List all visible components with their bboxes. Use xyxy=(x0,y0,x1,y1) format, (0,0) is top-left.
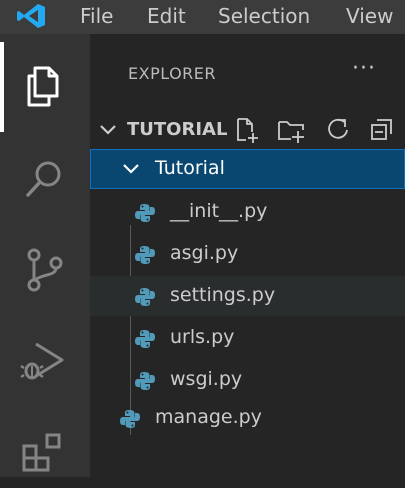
collapse-all-icon[interactable] xyxy=(368,116,396,144)
source-control-activity-button[interactable] xyxy=(0,232,90,304)
new-folder-icon[interactable] xyxy=(276,116,306,144)
explorer-sidebar: EXPLORER ··· TUTORIAL Tutorial __init__.… xyxy=(90,34,405,477)
menu-selection[interactable]: Selection xyxy=(218,4,310,28)
activity-bar xyxy=(0,34,90,477)
new-file-icon[interactable] xyxy=(232,116,260,144)
file-label: wsgi.py xyxy=(170,368,243,390)
python-file-icon xyxy=(135,330,155,348)
title-bar: File Edit Selection View xyxy=(0,0,405,34)
explorer-activity-button[interactable] xyxy=(0,48,90,120)
tree-file-asgi[interactable]: asgi.py xyxy=(90,234,405,274)
menu-edit[interactable]: Edit xyxy=(147,4,186,28)
python-file-icon xyxy=(135,288,155,306)
python-file-icon xyxy=(135,372,155,390)
chevron-down-icon xyxy=(100,125,116,135)
search-icon xyxy=(26,161,61,197)
chevron-down-icon xyxy=(123,164,139,174)
file-label: asgi.py xyxy=(170,242,239,264)
source-control-icon xyxy=(27,248,63,292)
tree-folder-tutorial[interactable]: Tutorial xyxy=(90,149,405,189)
extensions-icon xyxy=(22,433,61,472)
file-label: __init__.py xyxy=(170,200,268,222)
python-file-icon xyxy=(135,246,155,264)
folder-label: Tutorial xyxy=(155,157,225,179)
tree-file-manage[interactable]: manage.py xyxy=(90,398,405,438)
tree-file-wsgi[interactable]: wsgi.py xyxy=(90,360,405,400)
refresh-icon[interactable] xyxy=(324,116,352,144)
python-file-icon xyxy=(120,410,140,428)
workspace-name: TUTORIAL xyxy=(127,119,228,140)
menu-view[interactable]: View xyxy=(346,4,393,28)
tree-file-urls[interactable]: urls.py xyxy=(90,318,405,358)
files-icon xyxy=(27,66,59,107)
explorer-title: EXPLORER xyxy=(128,64,216,83)
tree-file-settings[interactable]: settings.py xyxy=(90,276,405,316)
python-file-icon xyxy=(135,204,155,222)
run-debug-activity-button[interactable] xyxy=(0,324,90,396)
workspace-section-header[interactable]: TUTORIAL xyxy=(90,114,405,146)
menu-file[interactable]: File xyxy=(80,4,113,28)
run-debug-icon xyxy=(20,342,64,380)
search-activity-button[interactable] xyxy=(0,140,90,212)
tree-file-init[interactable]: __init__.py xyxy=(90,192,405,232)
extensions-activity-button[interactable] xyxy=(0,416,90,488)
vscode-logo-icon xyxy=(16,3,46,29)
file-label: manage.py xyxy=(155,406,262,428)
more-actions-button[interactable]: ··· xyxy=(352,56,376,81)
file-label: settings.py xyxy=(170,284,276,306)
file-label: urls.py xyxy=(170,326,235,348)
